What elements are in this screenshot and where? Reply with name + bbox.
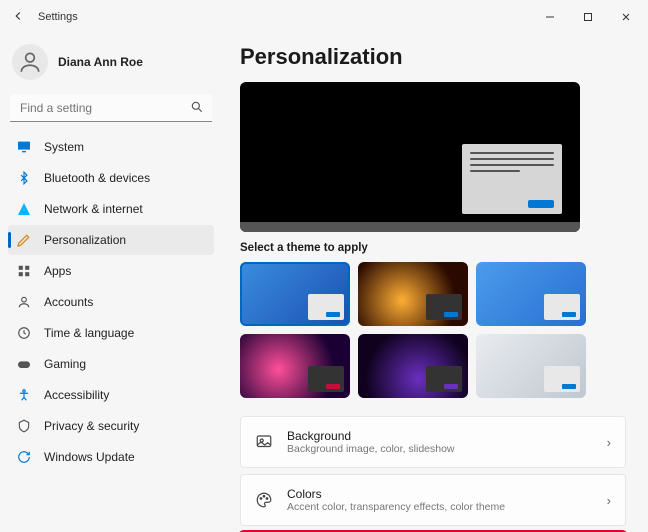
sidebar-item-privacy[interactable]: Privacy & security (8, 411, 214, 441)
maximize-button[interactable] (570, 3, 606, 31)
search-field-wrap (10, 94, 212, 122)
sidebar-item-network[interactable]: Network & internet (8, 194, 214, 224)
sidebar: Diana Ann Roe System Bluetooth & devices N… (0, 34, 222, 532)
themes-grid (240, 262, 626, 398)
card-title: Background (287, 429, 455, 443)
sidebar-item-label: Network & internet (44, 202, 143, 216)
sidebar-item-system[interactable]: System (8, 132, 214, 162)
theme-thumbnail[interactable] (476, 262, 586, 326)
select-theme-label: Select a theme to apply (240, 242, 626, 254)
sidebar-item-update[interactable]: Windows Update (8, 442, 214, 472)
sidebar-item-label: System (44, 140, 84, 154)
theme-thumbnail[interactable] (476, 334, 586, 398)
colors-icon (255, 491, 273, 509)
sidebar-item-gaming[interactable]: Gaming (8, 349, 214, 379)
back-button[interactable] (4, 9, 32, 26)
accessibility-icon (16, 387, 32, 403)
sidebar-item-accessibility[interactable]: Accessibility (8, 380, 214, 410)
sidebar-item-label: Privacy & security (44, 419, 139, 433)
chevron-right-icon: › (607, 493, 611, 508)
sidebar-item-label: Time & language (44, 326, 134, 340)
user-profile[interactable]: Diana Ann Roe (8, 38, 214, 94)
close-button[interactable] (608, 3, 644, 31)
setting-card-colors[interactable]: ColorsAccent color, transparency effects… (240, 474, 626, 526)
sidebar-item-label: Bluetooth & devices (44, 171, 150, 185)
preview-window (462, 144, 562, 214)
accounts-icon (16, 294, 32, 310)
sidebar-item-label: Accessibility (44, 388, 109, 402)
bluetooth-icon (16, 170, 32, 186)
main-content: Personalization Select a theme to apply … (222, 34, 648, 532)
theme-thumbnail[interactable] (240, 334, 350, 398)
network-icon (16, 201, 32, 217)
privacy-icon (16, 418, 32, 434)
apps-icon (16, 263, 32, 279)
background-icon (255, 433, 273, 451)
gaming-icon (16, 356, 32, 372)
sidebar-nav: System Bluetooth & devices Network & inter… (8, 132, 214, 472)
sidebar-item-label: Windows Update (44, 450, 135, 464)
sidebar-item-accounts[interactable]: Accounts (8, 287, 214, 317)
search-input[interactable] (10, 94, 212, 122)
titlebar: Settings (0, 0, 648, 34)
preview-taskbar (240, 222, 580, 232)
theme-thumbnail[interactable] (358, 334, 468, 398)
chevron-right-icon: › (607, 435, 611, 450)
sidebar-item-label: Personalization (44, 233, 126, 247)
theme-thumbnail[interactable] (240, 262, 350, 326)
avatar-icon (12, 44, 48, 80)
window-controls (532, 3, 644, 31)
minimize-button[interactable] (532, 3, 568, 31)
sidebar-item-apps[interactable]: Apps (8, 256, 214, 286)
sidebar-item-label: Gaming (44, 357, 86, 371)
desktop-preview (240, 82, 580, 232)
personalization-icon (16, 232, 32, 248)
system-icon (16, 139, 32, 155)
time-icon (16, 325, 32, 341)
sidebar-item-personalization[interactable]: Personalization (8, 225, 214, 255)
app-title: Settings (38, 11, 78, 23)
sidebar-item-label: Accounts (44, 295, 93, 309)
sidebar-item-bluetooth[interactable]: Bluetooth & devices (8, 163, 214, 193)
user-name: Diana Ann Roe (58, 55, 143, 69)
update-icon (16, 449, 32, 465)
sidebar-item-label: Apps (44, 264, 71, 278)
sidebar-item-time[interactable]: Time & language (8, 318, 214, 348)
card-subtitle: Accent color, transparency effects, colo… (287, 501, 505, 513)
search-icon (190, 100, 204, 114)
card-title: Colors (287, 487, 505, 501)
card-subtitle: Background image, color, slideshow (287, 443, 455, 455)
setting-card-background[interactable]: BackgroundBackground image, color, slide… (240, 416, 626, 468)
page-title: Personalization (240, 44, 626, 70)
theme-thumbnail[interactable] (358, 262, 468, 326)
